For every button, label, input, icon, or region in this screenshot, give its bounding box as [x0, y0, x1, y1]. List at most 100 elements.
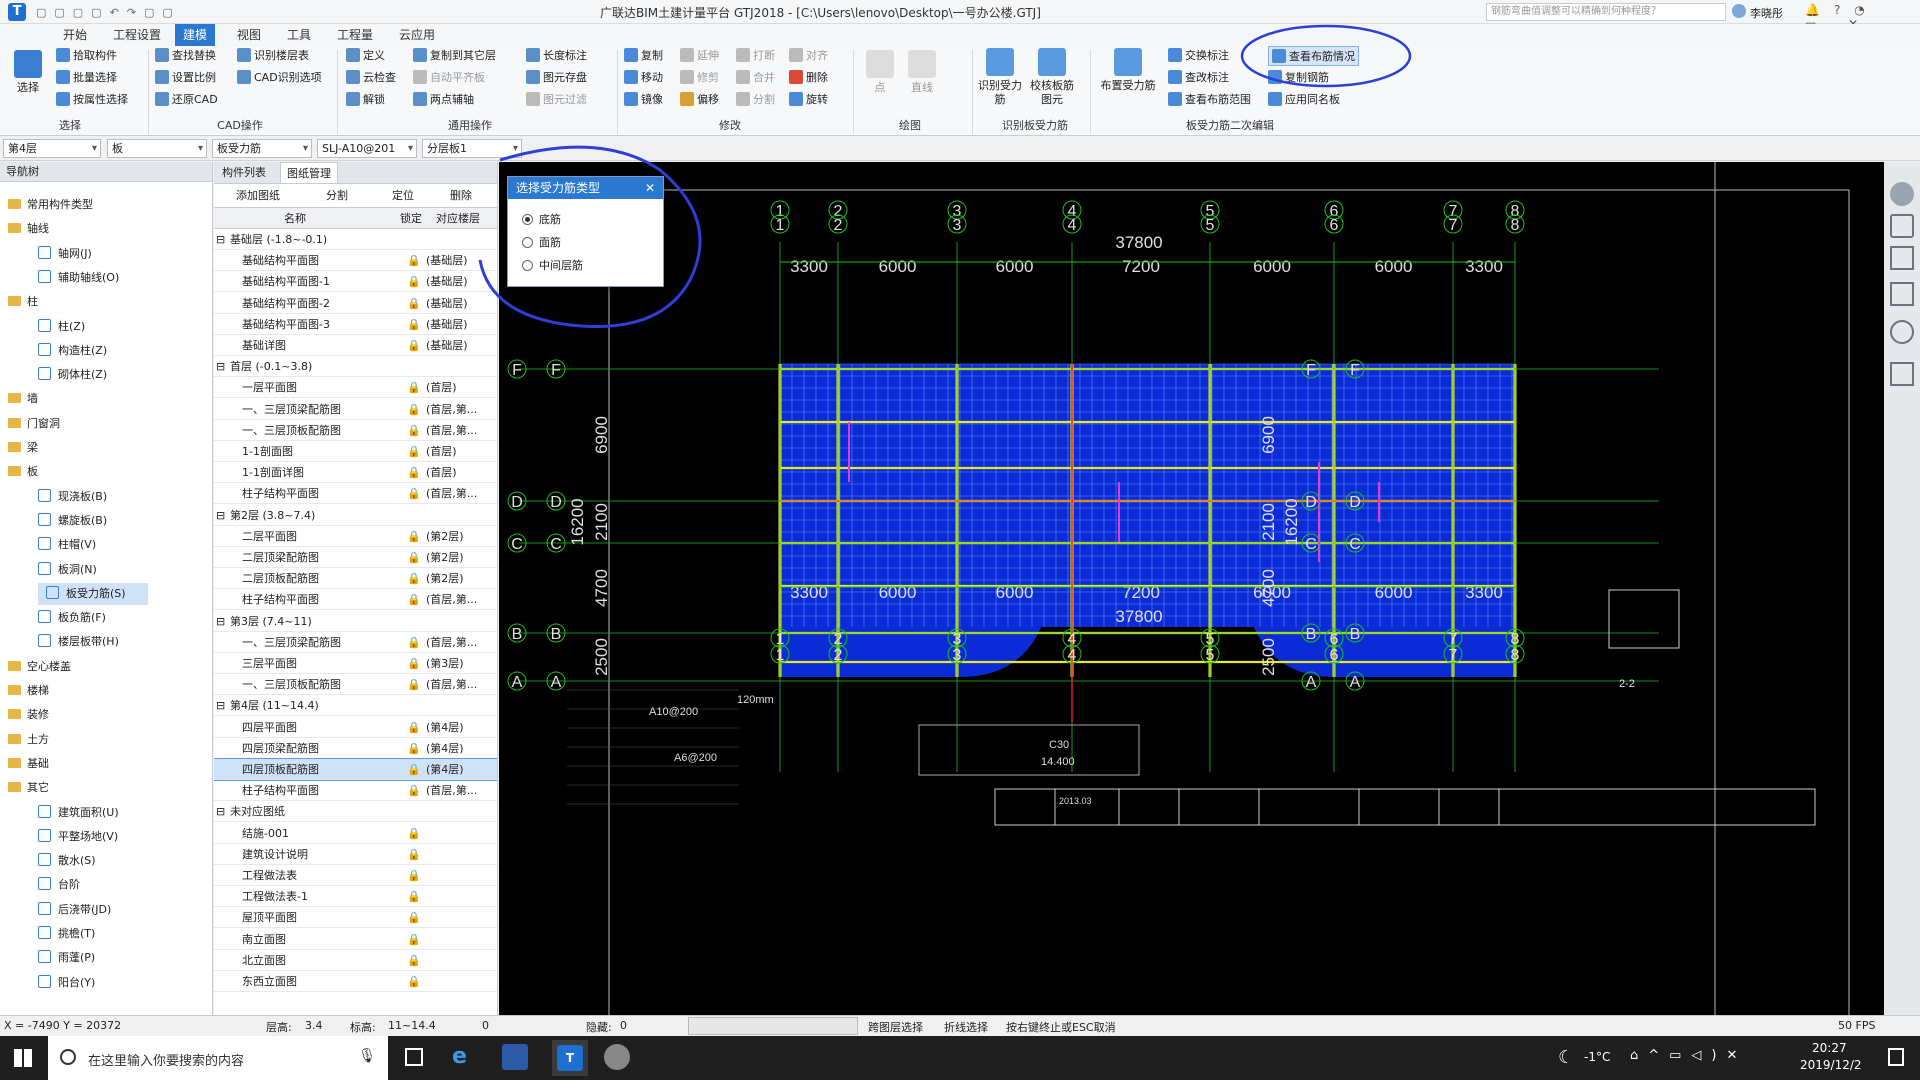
place-rebar-button[interactable]: 布置受力筋	[1096, 48, 1160, 93]
collapse-icon[interactable]: ⊟	[216, 695, 225, 716]
copy-to-other-floor-button[interactable]: 复制到其它层	[413, 46, 496, 66]
delete-button[interactable]: 删除	[789, 68, 828, 88]
lock-icon[interactable]: 🔒	[394, 844, 434, 865]
pick-component-button[interactable]: 拾取构件	[56, 46, 117, 66]
tab-component-list[interactable]: 构件列表	[216, 162, 272, 183]
move-button[interactable]: 移动	[624, 68, 663, 88]
drawing-row[interactable]: 柱子结构平面图 🔒 (首层,第...	[214, 589, 497, 611]
merge-button[interactable]: 合并	[736, 68, 775, 88]
nav-item[interactable]: 轴网(J)	[0, 243, 92, 265]
drawing-row[interactable]: 工程做法表 🔒	[214, 865, 497, 886]
grid-view-icon[interactable]	[1890, 362, 1914, 386]
menu-project-settings[interactable]: 工程设置	[105, 24, 169, 46]
plan-view-icon[interactable]	[1890, 246, 1914, 270]
collapse-icon[interactable]: ⊟	[216, 356, 225, 377]
edge-app-icon[interactable]: e	[452, 1045, 476, 1069]
select-button[interactable]: 选择	[8, 50, 48, 95]
nav-item[interactable]: 其它	[0, 777, 49, 799]
snap-toolbar[interactable]	[688, 1017, 858, 1035]
collapse-icon[interactable]: ⊟	[216, 801, 225, 822]
mirror-button[interactable]: 镜像	[624, 90, 663, 110]
menu-tools[interactable]: 工具	[279, 24, 319, 46]
drawing-row[interactable]: 二层顶板配筋图 🔒 (第2层)	[214, 568, 497, 590]
microphone-icon[interactable]: 🎙	[358, 1048, 376, 1064]
nav-item[interactable]: 现浇板(B)	[0, 486, 107, 508]
tray-icons[interactable]: ⌂^▭◁)✕	[1630, 1048, 1747, 1063]
drawing-row[interactable]: 结施-001 🔒	[214, 823, 497, 844]
drawing-row[interactable]: 东西立面图 🔒	[214, 971, 497, 992]
cad-options-button[interactable]: CAD识别选项	[237, 68, 322, 88]
cad-app-icon[interactable]	[502, 1044, 528, 1070]
nav-item[interactable]: 后浇带(JD)	[0, 899, 111, 921]
tab-drawing-management[interactable]: 图纸管理	[280, 162, 338, 183]
extend-button[interactable]: 延伸	[680, 46, 719, 66]
drawing-row[interactable]: 南立面图 🔒	[214, 929, 497, 950]
nav-item[interactable]: 辅助轴线(O)	[0, 267, 119, 289]
drawing-row[interactable]: 建筑设计说明 🔒	[214, 844, 497, 865]
add-drawing-button[interactable]: 添加图纸	[236, 186, 280, 206]
select-by-attribute-button[interactable]: 按属性选择	[56, 90, 128, 110]
two-point-aux-axis-button[interactable]: 两点辅轴	[413, 90, 474, 110]
drawing-row[interactable]: 工程做法表-1 🔒	[214, 886, 497, 908]
notification-icon[interactable]	[1888, 1048, 1904, 1066]
drawing-group-row[interactable]: ⊟ 首层 (-0.1~3.8)	[214, 356, 497, 378]
nav-item[interactable]: 楼层板带(H)	[0, 631, 119, 653]
drawing-row[interactable]: 基础结构平面图 🔒 (基础层)	[214, 250, 497, 272]
drawing-group-row[interactable]: ⊟ 第4层 (11~14.4)	[214, 695, 497, 717]
element-save-button[interactable]: 图元存盘	[526, 68, 587, 88]
drawing-group-row[interactable]: ⊟ 未对应图纸	[214, 801, 497, 823]
split-button[interactable]: 分割	[736, 90, 775, 110]
menu-start[interactable]: 开始	[55, 24, 95, 46]
lock-icon[interactable]: 🔒	[394, 971, 434, 992]
view-cube-icon[interactable]	[1890, 182, 1914, 206]
nav-item[interactable]: 柱(Z)	[0, 316, 85, 338]
element-filter-button[interactable]: 图元过滤	[526, 90, 587, 110]
nav-item[interactable]: 螺旋板(B)	[0, 510, 107, 532]
nav-item[interactable]: 基础	[0, 753, 49, 775]
lock-icon[interactable]: 🔒	[394, 865, 434, 886]
nav-item[interactable]: 散水(S)	[0, 850, 96, 872]
drawing-row[interactable]: 一、三层顶梁配筋图 🔒 (首层,第...	[214, 399, 497, 420]
swap-label-button[interactable]: 交换标注	[1168, 46, 1229, 66]
windows-start-icon[interactable]	[14, 1049, 32, 1067]
nav-item[interactable]: 空心楼盖	[0, 656, 71, 678]
drawing-row[interactable]: 四层平面图 🔒 (第4层)	[214, 717, 497, 738]
drawing-row[interactable]: 三层平面图 🔒 (第3层)	[214, 653, 497, 674]
lock-icon[interactable]: 🔒	[394, 907, 434, 928]
quick-access-icons[interactable]: ▢▢▢▢↶↷▢▢	[36, 6, 316, 19]
drawing-group-row[interactable]: ⊟ 基础层 (-1.8~-0.1)	[214, 229, 497, 250]
nav-item[interactable]: 挑檐(T)	[0, 923, 95, 945]
lock-icon[interactable]: 🔒	[394, 950, 434, 971]
cloud-check-button[interactable]: 云检查	[346, 68, 396, 88]
restore-cad-button[interactable]: 还原CAD	[155, 90, 218, 110]
drawing-row[interactable]: 四层顶板配筋图 🔒 (第4层)	[214, 758, 497, 781]
drawing-row[interactable]: 一、三层顶板配筋图 🔒 (首层,第...	[214, 674, 497, 696]
draw-point-button[interactable]: 点	[862, 50, 898, 95]
break-button[interactable]: 打断	[736, 46, 775, 66]
menu-modeling[interactable]: 建模	[175, 24, 216, 46]
nav-item[interactable]: 土方	[0, 729, 49, 751]
nav-item[interactable]: 墙	[0, 388, 38, 410]
unlock-button[interactable]: 解锁	[346, 90, 385, 110]
collapse-icon[interactable]: ⊟	[216, 505, 225, 526]
lock-icon[interactable]: 🔒	[394, 929, 434, 950]
nav-item[interactable]: 轴线	[0, 218, 49, 240]
rotate-view-icon[interactable]	[1890, 320, 1914, 344]
drawing-row[interactable]: 四层顶梁配筋图 🔒 (第4层)	[214, 738, 497, 759]
nav-item[interactable]: 装修	[0, 704, 49, 726]
drawing-row[interactable]: 柱子结构平面图 🔒 (首层,第...	[214, 483, 497, 505]
auto-align-slab-button[interactable]: 自动平齐板	[413, 68, 485, 88]
help-search-input[interactable]: 钢筋弯曲值调整可以精确到何种程度？	[1486, 3, 1726, 21]
nav-item[interactable]: 建筑面积(U)	[0, 802, 119, 824]
component-type-select[interactable]: 板	[107, 139, 207, 158]
set-scale-button[interactable]: 设置比例	[155, 68, 216, 88]
offset-button[interactable]: 偏移	[680, 90, 719, 110]
drawing-row[interactable]: 柱子结构平面图 🔒 (首层,第...	[214, 780, 497, 802]
drawing-row[interactable]: 基础详图 🔒 (基础层)	[214, 335, 497, 356]
batch-select-button[interactable]: 批量选择	[56, 68, 117, 88]
menu-cloud[interactable]: 云应用	[391, 24, 443, 46]
drawing-row[interactable]: 一、三层顶板配筋图 🔒 (首层,第...	[214, 420, 497, 441]
nav-item[interactable]: 板受力筋(S)	[38, 582, 148, 605]
drawing-group-row[interactable]: ⊟ 第3层 (7.4~11)	[214, 611, 497, 632]
box-view-icon[interactable]	[1890, 282, 1914, 306]
